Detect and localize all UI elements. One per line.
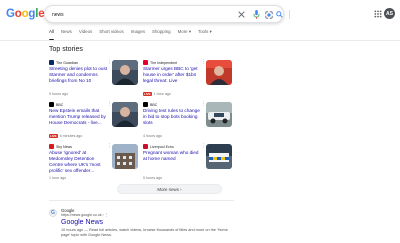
tab-shopping[interactable]: Shopping [152, 28, 171, 40]
result-snippet: 10 hours ago — Read full articles, watch… [61, 228, 228, 237]
top-stories-title: Top stories [49, 46, 83, 53]
story-source: BBC [49, 102, 63, 107]
lens-icon[interactable] [263, 9, 274, 20]
story-thumbnail[interactable] [112, 102, 138, 127]
publisher-logo-icon [49, 60, 54, 65]
story-time: 5 hours ago [143, 176, 162, 180]
live-badge: LIVE [49, 134, 58, 138]
story-thumbnail[interactable] [206, 102, 232, 127]
story-headline-link[interactable]: Pregnant woman who died at home named [143, 150, 203, 162]
story-source-name: The Guardian [56, 60, 78, 65]
story-source-name: BBC [56, 102, 64, 107]
logo-letter: o [21, 8, 29, 20]
story-meta: LIVE 6 minutes ago [49, 134, 82, 138]
story-headline-link[interactable]: Starmer urges BBC to 'get house in order… [143, 66, 203, 84]
story-source-name: The Independent [150, 60, 178, 65]
story-source-name: Sky News [56, 144, 72, 149]
tabs-divider [0, 40, 400, 41]
tab-tools[interactable]: Tools ▾ [198, 28, 212, 40]
section-divider [49, 200, 234, 201]
story-meta: 9 hours ago [49, 92, 68, 96]
story-thumbnail[interactable] [112, 144, 138, 169]
story-source: The Independent [143, 60, 177, 65]
top-story-card[interactable]: Sky News Abuse 'ignored' at Medomsley De… [49, 144, 139, 183]
search-divider [289, 10, 290, 19]
story-thumbnail[interactable] [206, 60, 232, 85]
top-story-card[interactable]: BBC New Epstein emails that mention Trum… [49, 102, 139, 141]
publisher-logo-icon [143, 144, 148, 149]
tab-short-videos[interactable]: Short videos [99, 28, 123, 40]
top-story-card[interactable]: The Independent Starmer urges BBC to 'ge… [143, 60, 233, 99]
apps-grid-icon[interactable] [372, 8, 383, 19]
tab-all[interactable]: All [49, 28, 54, 40]
search-bar [44, 5, 290, 23]
logo-letter: g [28, 8, 36, 20]
story-headline-link[interactable]: Driving test rules to change in bid to s… [143, 108, 203, 126]
story-headline-link[interactable]: Streeting denies plot to oust Starmer an… [49, 66, 109, 84]
publisher-logo-icon [143, 102, 148, 107]
logo-letter: G [6, 8, 15, 20]
story-thumbnail[interactable] [206, 144, 232, 169]
publisher-logo-icon [143, 60, 148, 65]
search-tabs: All News Videos Short videos Images Shopping M… [49, 28, 219, 40]
story-source: BBC [143, 102, 157, 107]
story-time: 6 minutes ago [59, 134, 83, 138]
live-badge: LIVE [143, 92, 152, 96]
story-headline-link[interactable]: Abuse 'ignored' at Medomsley Detention C… [49, 150, 109, 174]
google-logo[interactable]: Google [6, 8, 45, 20]
search-icon[interactable] [274, 9, 285, 20]
tab-videos[interactable]: Videos [79, 28, 92, 40]
top-story-card[interactable]: The Guardian Streeting denies plot to ou… [49, 60, 139, 99]
story-thumbnail[interactable] [112, 60, 138, 85]
account-avatar[interactable]: AS [384, 8, 395, 19]
story-meta: 1 hour ago [49, 176, 66, 180]
story-headline-link[interactable]: New Epstein emails that mention Trump re… [49, 108, 109, 126]
google-favicon-icon: G [49, 209, 57, 217]
story-time: 1 hour ago [153, 92, 171, 96]
story-time: 9 hours ago [49, 92, 68, 96]
story-meta: 4 hours ago [143, 134, 162, 138]
search-input[interactable] [52, 9, 222, 20]
story-source-name: BBC [150, 102, 158, 107]
top-story-card[interactable]: Liverpool Echo Pregnant woman who died a… [143, 144, 233, 183]
more-news-button[interactable]: More news › [117, 184, 222, 194]
tab-news[interactable]: News [61, 28, 72, 40]
logo-letter: o [14, 8, 22, 20]
tab-images[interactable]: Images [131, 28, 145, 40]
story-time: 4 hours ago [143, 134, 162, 138]
close-icon[interactable] [236, 9, 247, 20]
top-story-card[interactable]: BBC Driving test rules to change in bid … [143, 102, 233, 141]
story-meta: 5 hours ago [143, 176, 162, 180]
result-title-link[interactable]: Google News [61, 219, 103, 226]
story-time: 1 hour ago [49, 176, 67, 180]
story-source-name: Liverpool Echo [150, 144, 174, 149]
story-source: The Guardian [49, 60, 78, 65]
microphone-icon[interactable] [251, 9, 262, 20]
publisher-logo-icon [49, 144, 54, 149]
story-meta: LIVE 1 hour ago [143, 92, 171, 96]
tab-more[interactable]: More ▾ [178, 28, 191, 40]
result-url[interactable]: https://news.google.co.uk › ⋮ [61, 213, 108, 217]
publisher-logo-icon [49, 102, 54, 107]
story-source: Sky News [49, 144, 72, 149]
story-source: Liverpool Echo [143, 144, 174, 149]
